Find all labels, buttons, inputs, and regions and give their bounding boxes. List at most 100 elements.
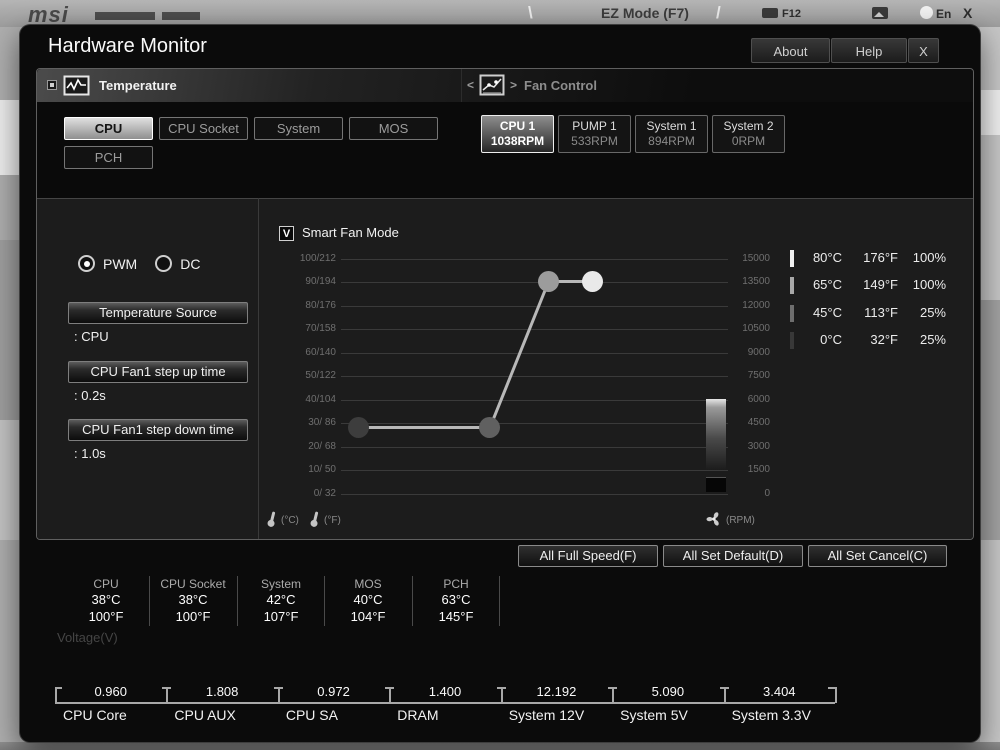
point-temp-f: 176°F: [863, 250, 898, 265]
temp-f: 104°F: [350, 609, 386, 624]
fan-next-icon[interactable]: >: [510, 78, 517, 92]
temp-label: CPU: [93, 577, 119, 591]
background-artifact: [0, 100, 20, 175]
fan-tab-system1[interactable]: System 1 894RPM: [635, 115, 708, 153]
fan-tab-cpu1[interactable]: CPU 1 1038RPM: [481, 115, 554, 153]
point-marker: [790, 332, 794, 349]
temp-f: 107°F: [263, 609, 299, 624]
gridline: [341, 258, 728, 260]
voltage-label: DRAM: [397, 707, 439, 723]
gridline: [341, 282, 728, 283]
voltage-value: 1.808: [205, 684, 239, 699]
step-up-time-value: : 0.2s: [74, 388, 106, 403]
tab-cpu[interactable]: CPU: [64, 117, 153, 140]
left-axis-tick: 100/212: [299, 252, 336, 264]
point-temp-f: 113°F: [864, 305, 898, 320]
all-full-speed-button[interactable]: All Full Speed(F): [518, 545, 658, 567]
f12-hotkey-label: F12: [782, 8, 801, 20]
gridline: [341, 399, 728, 401]
temp-readout-system: System 42°C 107°F: [238, 577, 324, 625]
temp-label: System: [260, 577, 301, 591]
fan-tab-pump1[interactable]: PUMP 1 533RPM: [558, 115, 631, 153]
gridline: [341, 305, 728, 307]
dc-radio[interactable]: [155, 255, 173, 272]
gridline: [341, 352, 728, 354]
smart-fan-checkbox[interactable]: V: [279, 226, 294, 241]
curve-point[interactable]: [347, 416, 369, 438]
temp-readout-cpu: CPU 38°C 100°F: [63, 577, 149, 625]
temp-c: 40°C: [353, 592, 383, 607]
curve-point[interactable]: [581, 270, 603, 292]
right-axis-tick: 12000: [742, 299, 770, 311]
temperature-source-button[interactable]: Temperature Source: [68, 302, 248, 324]
point-duty: 25%: [919, 332, 946, 347]
voltage-value: 0.972: [317, 684, 350, 699]
screenshot-icon[interactable]: [762, 8, 778, 18]
temp-f: 100°F: [88, 609, 124, 624]
gridline: [341, 329, 728, 330]
image-icon[interactable]: [872, 7, 888, 19]
temp-c: 38°C: [91, 592, 121, 607]
left-axis-tick: 10/ 50: [308, 464, 336, 475]
divider: [499, 576, 500, 626]
fan-curve-icon: [479, 74, 505, 96]
language-globe-icon[interactable]: [920, 6, 933, 19]
temp-label: MOS: [354, 577, 382, 591]
fan-rpm: 533RPM: [571, 134, 618, 148]
step-down-time-button[interactable]: CPU Fan1 step down time: [68, 419, 248, 441]
right-axis-tick: 13500: [742, 276, 770, 287]
left-axis-tick: 80/176: [305, 299, 336, 311]
temp-label: PCH: [443, 577, 469, 591]
dc-label: DC: [180, 255, 201, 272]
celsius-unit-label: (°C): [281, 515, 299, 526]
right-axis-tick: 9000: [747, 346, 770, 358]
curve-point[interactable]: [537, 270, 559, 292]
all-set-default-button[interactable]: All Set Default(D): [663, 545, 803, 567]
point-marker: [790, 305, 794, 322]
tab-system[interactable]: System: [254, 117, 343, 140]
point-duty: 100%: [912, 250, 946, 265]
pwm-radio[interactable]: [78, 255, 95, 272]
fan-tab-system2[interactable]: System 2 0RPM: [712, 115, 785, 153]
point-temp-f: 32°F: [870, 332, 898, 347]
divider: [461, 69, 462, 102]
left-axis-tick: 50/122: [305, 370, 336, 381]
help-button[interactable]: Help: [831, 38, 907, 63]
hardware-monitor-window: Hardware Monitor About Help X Temperatur…: [20, 25, 980, 742]
temp-readout-cpu-socket: CPU Socket 38°C 100°F: [150, 577, 236, 625]
voltage-value: 12.192: [536, 684, 577, 699]
temp-c: 63°C: [441, 592, 471, 607]
left-axis-tick: 90/194: [305, 276, 336, 287]
ruler-tick: [55, 687, 57, 703]
panel-header: Temperature < > Fan Control: [37, 69, 973, 102]
tab-mos[interactable]: MOS: [349, 117, 438, 140]
tab-cpu-socket[interactable]: CPU Socket: [159, 117, 248, 140]
voltage-ruler: [55, 702, 835, 704]
fan-prev-icon[interactable]: <: [467, 78, 474, 92]
right-axis-tick: 7500: [747, 370, 770, 381]
ez-mode-button[interactable]: EZ Mode (F7): [565, 5, 725, 21]
all-set-cancel-button[interactable]: All Set Cancel(C): [808, 545, 947, 567]
close-button[interactable]: X: [908, 38, 939, 63]
page-title: Hardware Monitor: [48, 35, 207, 57]
collapse-icon[interactable]: [47, 80, 57, 90]
step-up-time-button[interactable]: CPU Fan1 step up time: [68, 361, 248, 383]
temperature-section-title: Temperature: [99, 78, 177, 93]
fan-tabs: CPU 1 1038RPM PUMP 1 533RPM System 1 894…: [481, 115, 785, 153]
screen-close-icon[interactable]: X: [963, 5, 972, 21]
divider-slash-icon: \: [528, 3, 533, 22]
voltage-label: CPU Core: [63, 707, 127, 723]
point-temp-f: 149°F: [863, 277, 898, 292]
voltage-value: 0.960: [94, 684, 127, 699]
background-topbar: msi \ EZ Mode (F7) / F12 En X: [0, 0, 1000, 27]
tab-pch[interactable]: PCH: [64, 146, 153, 169]
fahrenheit-unit-label: (°F): [324, 515, 341, 526]
left-axis-tick: 60/140: [305, 346, 336, 358]
curve-point[interactable]: [479, 416, 501, 438]
fan-name: CPU 1: [499, 119, 536, 133]
ruler-tick: [835, 687, 837, 703]
temp-f: 100°F: [175, 609, 211, 624]
ruler-tick: [612, 687, 615, 703]
language-label[interactable]: En: [936, 7, 951, 21]
about-button[interactable]: About: [751, 38, 830, 63]
